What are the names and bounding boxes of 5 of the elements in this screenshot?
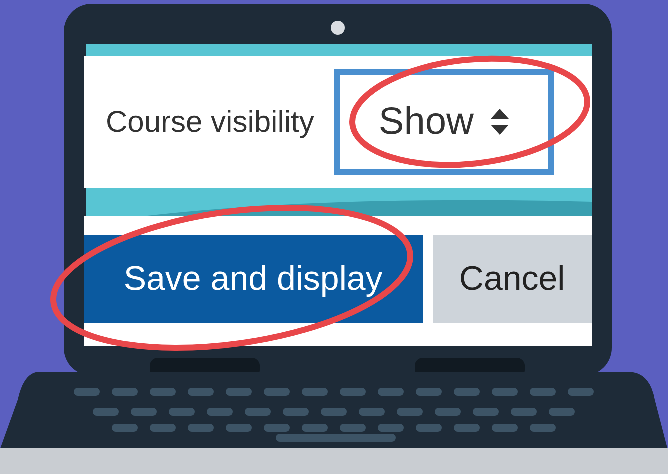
select-field[interactable]: Show: [334, 69, 554, 175]
field-label: Course visibility: [106, 104, 314, 140]
cancel-button[interactable]: Cancel: [432, 235, 592, 323]
sort-arrows-icon: [490, 107, 510, 137]
save-button[interactable]: Save and display: [84, 235, 423, 323]
